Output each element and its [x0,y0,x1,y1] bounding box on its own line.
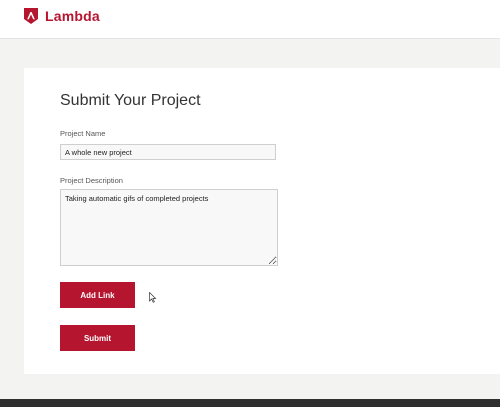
top-navbar: Lambda [0,0,500,39]
project-description-label: Project Description [60,176,123,185]
lambda-logo-icon [24,8,38,24]
add-link-button[interactable]: Add Link [60,282,135,308]
project-description-textarea[interactable]: Taking automatic gifs of completed proje… [60,189,278,266]
submit-project-card: Submit Your Project Project Name Project… [24,68,500,374]
project-name-label: Project Name [60,129,106,138]
page-title: Submit Your Project [60,92,201,109]
page-footer [0,399,500,407]
brand-logo[interactable]: Lambda [23,7,100,25]
submit-button[interactable]: Submit [60,325,135,351]
project-name-input[interactable] [60,144,276,160]
mouse-pointer-icon [149,292,157,303]
brand-name: Lambda [45,8,100,24]
